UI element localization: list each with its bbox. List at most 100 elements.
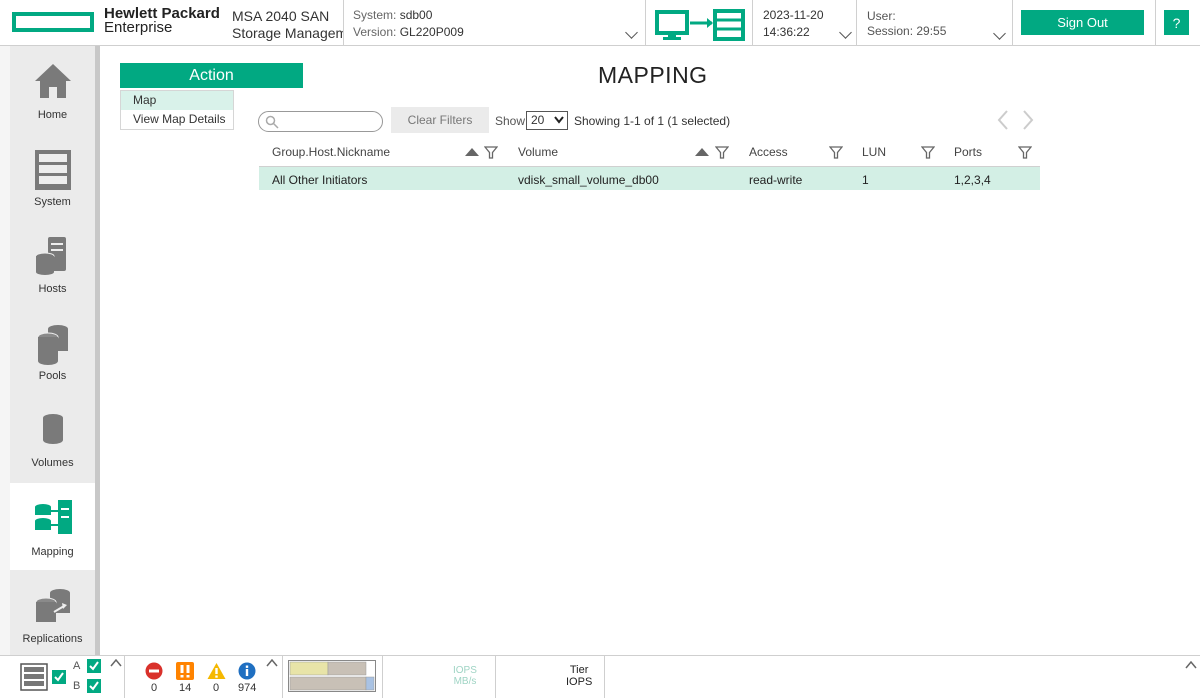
sidebar-item-replications[interactable]: Replications <box>10 570 95 657</box>
system-value: sdb00 <box>399 8 433 22</box>
critical-icon[interactable] <box>176 662 194 680</box>
critical-count: 14 <box>179 682 192 694</box>
perf-mbs-label: MB/s <box>453 676 477 687</box>
date-value: 2023-11-20 <box>763 8 824 22</box>
top-bar: Hewlett Packard Enterprise MSA 2040 SAN … <box>0 0 1200 46</box>
action-button[interactable]: Action <box>120 63 303 88</box>
action-menu-map[interactable]: Map <box>121 91 233 110</box>
filter-icon[interactable] <box>715 146 729 159</box>
divider <box>282 656 283 698</box>
warning-icon[interactable] <box>207 662 226 680</box>
datetime-chevron-down-icon[interactable] <box>839 26 852 39</box>
system-chevron-down-icon[interactable] <box>625 26 638 39</box>
enclosure-icon[interactable] <box>20 663 48 691</box>
version-label: Version: <box>353 25 397 39</box>
sort-ascending-icon[interactable] <box>695 148 709 156</box>
sidebar-item-mapping[interactable]: Mapping <box>10 483 95 570</box>
clear-filters-button[interactable]: Clear Filters <box>391 107 489 133</box>
divider <box>1155 0 1156 46</box>
date-time[interactable]: 2023-11-20 14:36:22 <box>763 7 824 41</box>
column-header-access[interactable]: Access <box>749 145 788 159</box>
user-chevron-down-icon[interactable] <box>993 27 1006 40</box>
help-button[interactable]: ? <box>1164 10 1189 35</box>
column-header-lun[interactable]: LUN <box>862 145 886 159</box>
controller-b-label: B <box>73 680 81 692</box>
session-value: 29:55 <box>916 24 947 38</box>
controller-b-status-icon <box>87 679 101 693</box>
info-icon[interactable] <box>238 662 256 680</box>
search-input[interactable] <box>258 111 383 132</box>
page-size-select[interactable]: 20 <box>526 111 568 130</box>
pools-icon <box>37 325 68 365</box>
sidebar-edge <box>0 46 10 655</box>
sidebar-item-volumes[interactable]: Volumes <box>10 394 95 481</box>
chevron-up-icon[interactable] <box>110 659 122 667</box>
warning-count: 0 <box>213 682 220 694</box>
divider <box>382 656 383 698</box>
performance-metrics[interactable]: IOPS MB/s <box>453 665 477 687</box>
sidebar-item-pools[interactable]: Pools <box>10 307 95 394</box>
filter-icon[interactable] <box>484 146 498 159</box>
perf-iops-label: IOPS <box>453 665 477 676</box>
divider <box>752 0 753 46</box>
filter-icon[interactable] <box>921 146 935 159</box>
status-bar: A B 0 14 0 974 IOPS MB/s Tier IOPS <box>0 655 1200 698</box>
sort-ascending-icon[interactable] <box>465 148 479 156</box>
cell-nickname: All Other Initiators <box>272 173 368 187</box>
capacity-bar-icon[interactable] <box>288 660 376 692</box>
sidebar-item-label: Hosts <box>38 283 67 295</box>
system-label: System: <box>353 8 397 22</box>
sidebar-item-label: Home <box>37 109 68 121</box>
sidebar-item-label: Mapping <box>31 546 74 558</box>
host-connection-icon[interactable] <box>654 9 746 41</box>
product-line-1: MSA 2040 SAN <box>232 8 330 24</box>
sidebar-item-home[interactable]: Home <box>10 46 95 133</box>
time-value: 14:36:22 <box>763 25 810 39</box>
cell-access: read-write <box>749 173 803 187</box>
replications-icon <box>35 589 70 622</box>
mapping-icon <box>35 500 72 534</box>
system-icon <box>35 150 71 190</box>
next-page-icon[interactable] <box>1021 109 1035 131</box>
volumes-icon <box>43 414 63 444</box>
sidebar-item-hosts[interactable]: Hosts <box>10 220 95 307</box>
controller-a-label: A <box>73 660 81 672</box>
user-info[interactable]: User: Session: 29:55 <box>867 9 946 39</box>
product-name: MSA 2040 SAN Storage Management Utility <box>232 8 344 42</box>
divider <box>604 656 605 698</box>
product-line-2: Storage Management Utility <box>232 25 344 41</box>
chevron-up-icon[interactable] <box>1185 661 1197 669</box>
column-header-ports[interactable]: Ports <box>954 145 982 159</box>
divider <box>124 656 125 698</box>
column-header-volume[interactable]: Volume <box>518 145 558 159</box>
filter-icon[interactable] <box>1018 146 1032 159</box>
page-size-value: 20 <box>531 113 545 127</box>
chevron-up-icon[interactable] <box>266 659 278 667</box>
divider <box>495 656 496 698</box>
action-menu-view-map-details[interactable]: View Map Details <box>121 110 233 129</box>
divider <box>343 0 344 46</box>
user-label: User: <box>867 9 896 23</box>
tier-iops[interactable]: Tier IOPS <box>566 664 592 688</box>
sidebar-item-system[interactable]: System <box>10 133 95 220</box>
hpe-logo <box>12 12 94 32</box>
sign-out-button[interactable]: Sign Out <box>1021 10 1144 35</box>
filter-icon[interactable] <box>829 146 843 159</box>
brand-line-2: Enterprise <box>104 19 173 36</box>
version-value: GL220P009 <box>399 25 464 39</box>
error-icon[interactable] <box>145 662 163 680</box>
brand-name: Hewlett Packard Enterprise <box>104 6 220 36</box>
divider <box>856 0 857 46</box>
show-label: Show <box>495 114 526 128</box>
session-label: Session: <box>867 24 914 38</box>
chevron-down-icon <box>554 116 564 124</box>
sidebar-item-label: System <box>34 196 71 208</box>
info-count: 974 <box>238 682 257 694</box>
column-header-nickname[interactable]: Group.Host.Nickname <box>272 145 390 159</box>
prev-page-icon[interactable] <box>996 109 1010 131</box>
cell-volume: vdisk_small_volume_db00 <box>518 173 659 187</box>
check-icon <box>52 670 66 684</box>
tier-iops-label: IOPS <box>566 676 593 688</box>
system-info[interactable]: System: sdb00 Version: GL220P009 <box>353 7 464 41</box>
page-title: MAPPING <box>598 62 708 88</box>
